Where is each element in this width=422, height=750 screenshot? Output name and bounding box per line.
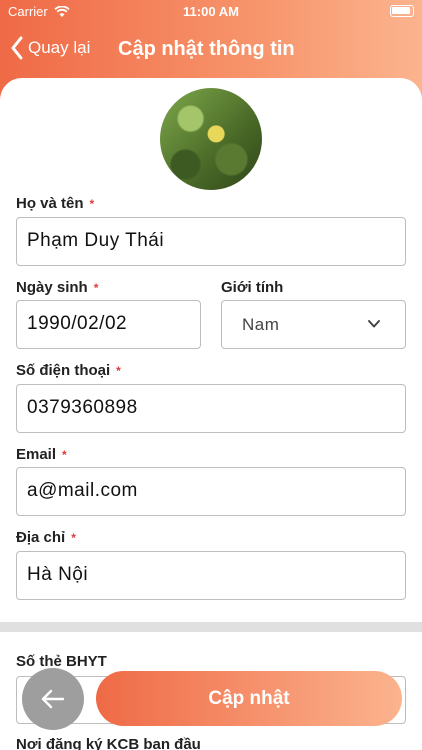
fullname-label-text: Họ và tên xyxy=(16,195,84,212)
arrow-left-icon xyxy=(41,689,65,709)
required-marker: * xyxy=(62,448,67,462)
kcb-label-text: Nơi đăng ký KCB ban đầu xyxy=(16,736,201,750)
status-time: 11:00 AM xyxy=(183,4,239,19)
address-field[interactable]: Hà Nội xyxy=(16,551,406,600)
gender-label-text: Giới tính xyxy=(221,279,284,296)
kcb-label: Nơi đăng ký KCB ban đầu xyxy=(16,736,201,750)
chevron-down-icon xyxy=(368,320,380,328)
section-divider xyxy=(0,622,422,632)
chevron-left-icon xyxy=(11,36,23,60)
gender-label: Giới tính xyxy=(221,279,283,296)
address-label-text: Địa chỉ xyxy=(16,529,66,546)
email-field[interactable]: a@mail.com xyxy=(16,467,406,516)
navigation-bar: Quay lại Cập nhật thông tin xyxy=(0,30,422,70)
bhyt-label-text: Số thẻ BHYT xyxy=(16,653,107,670)
phone-label: Số điện thoại * xyxy=(16,362,121,379)
dob-label: Ngày sinh * xyxy=(16,279,98,296)
back-button[interactable]: Quay lại xyxy=(10,36,90,60)
email-label: Email * xyxy=(16,446,67,463)
email-label-text: Email xyxy=(16,446,57,463)
phone-field[interactable]: 0379360898 xyxy=(16,384,406,433)
battery-icon xyxy=(390,5,414,17)
phone-label-text: Số điện thoại xyxy=(16,362,111,379)
required-marker: * xyxy=(93,281,99,295)
dob-field[interactable]: 1990/02/02 xyxy=(16,300,201,349)
floating-back-button[interactable] xyxy=(22,668,84,730)
update-button[interactable]: Cập nhật xyxy=(96,671,402,726)
status-bar: Carrier 11:00 AM xyxy=(0,0,422,24)
back-button-label: Quay lại xyxy=(28,38,91,57)
address-label: Địa chỉ * xyxy=(16,529,76,546)
required-marker: * xyxy=(89,197,95,211)
page-title: Cập nhật thông tin xyxy=(118,38,295,60)
dob-label-text: Ngày sinh xyxy=(16,279,88,296)
avatar[interactable] xyxy=(160,88,262,190)
required-marker: * xyxy=(116,364,121,378)
required-marker: * xyxy=(71,531,76,545)
gender-value: Nam xyxy=(242,315,280,334)
fullname-field[interactable]: Phạm Duy Thái xyxy=(16,217,406,266)
fullname-label: Họ và tên * xyxy=(16,195,94,212)
bhyt-label: Số thẻ BHYT xyxy=(16,653,107,670)
gender-select[interactable]: Nam xyxy=(221,300,406,349)
